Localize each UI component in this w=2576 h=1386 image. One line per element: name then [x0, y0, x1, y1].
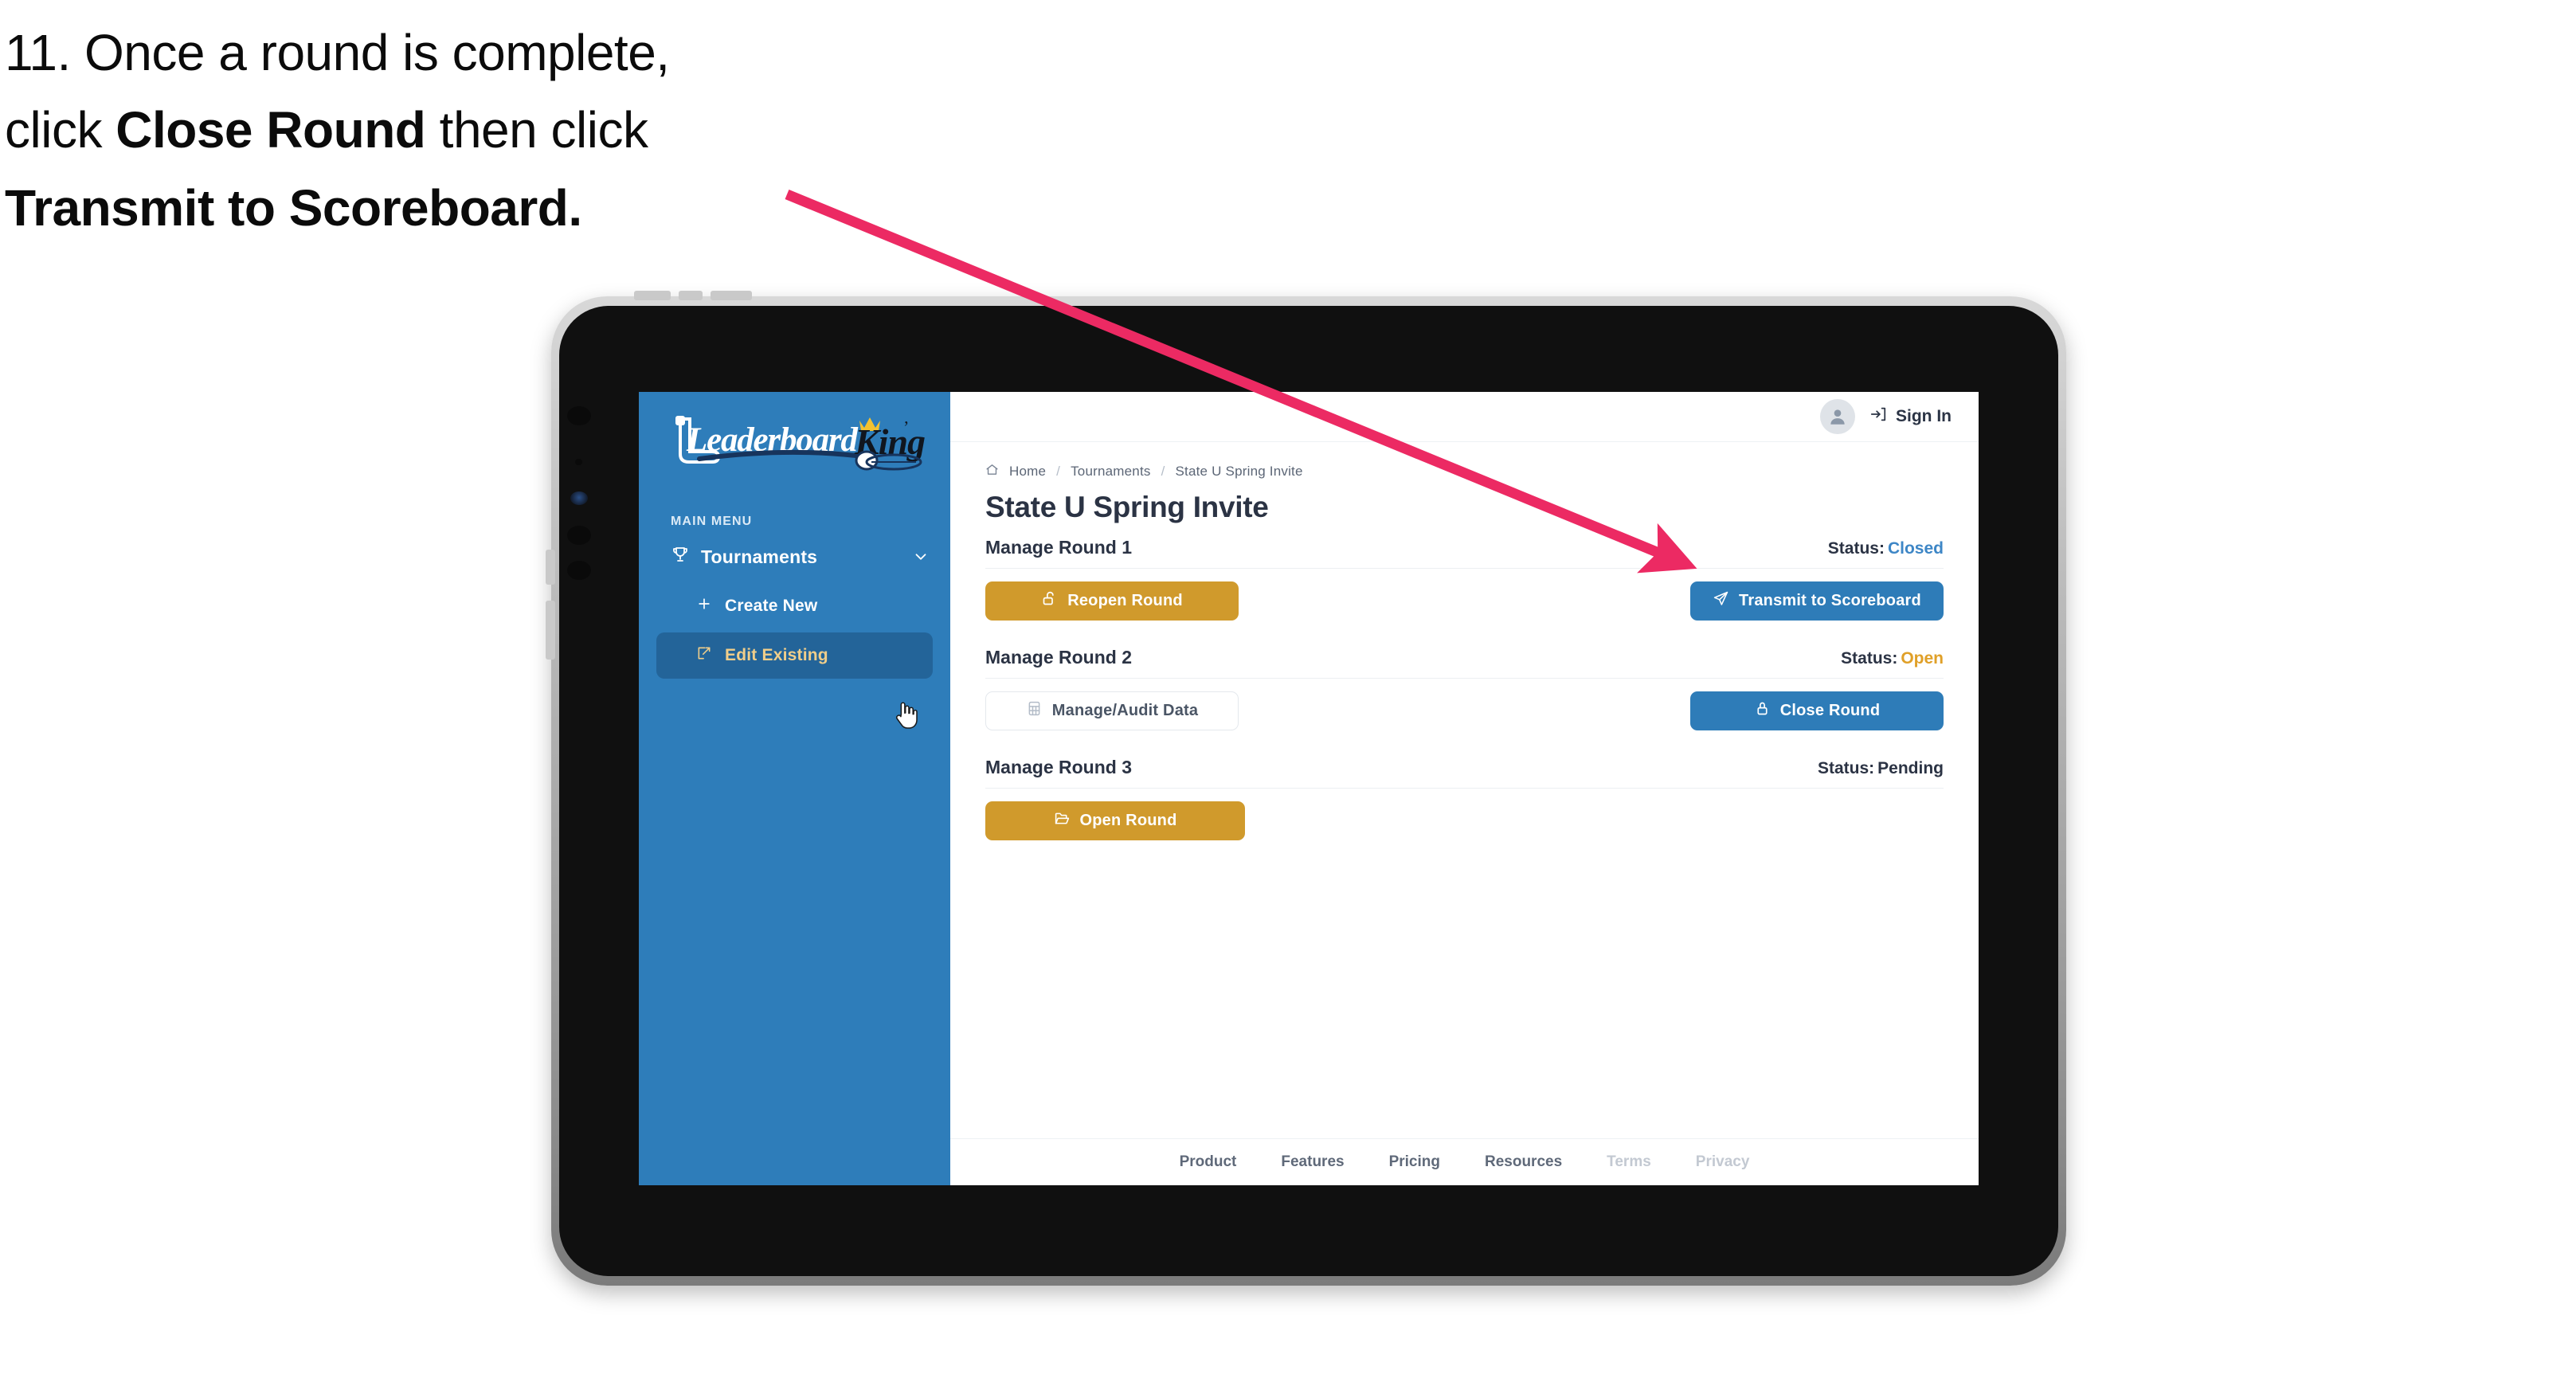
home-icon[interactable] [985, 463, 999, 480]
footer-link-resources[interactable]: Resources [1485, 1153, 1562, 1171]
bezel-sensor-1 [567, 406, 591, 425]
round-header-3: Manage Round 3 Status: Pending [985, 757, 1944, 789]
round-status-3: Status: Pending [1818, 759, 1944, 778]
manage-audit-data-button[interactable]: Manage/Audit Data [985, 691, 1239, 730]
transmit-to-scoreboard-label: Transmit to Scoreboard [1739, 592, 1921, 609]
round-header-1: Manage Round 1 Status: Closed [985, 537, 1944, 569]
breadcrumb-separator: / [1056, 464, 1061, 479]
tablet-left-button-2 [546, 601, 555, 660]
page-content: Home / Tournaments / State U Spring Invi… [950, 442, 1979, 1138]
lock-icon [1754, 700, 1771, 722]
bezel-sensor-3 [567, 526, 591, 545]
pointing-hand-cursor [892, 699, 919, 731]
sidebar-item-label-tournaments: Tournaments [701, 546, 818, 567]
table-grid-icon [1026, 700, 1043, 722]
status-label-1: Status: [1827, 539, 1885, 558]
breadcrumb-item-tournaments[interactable]: Tournaments [1071, 464, 1150, 480]
trophy-icon [671, 545, 690, 569]
caption-line-2-prefix: click [5, 101, 116, 159]
sidebar-item-create-new[interactable]: Create New [639, 585, 950, 628]
unlock-icon [1041, 590, 1058, 612]
status-label-3: Status: [1817, 759, 1875, 777]
main-content: Sign In Home / Tournaments / State U Spr… [950, 392, 1979, 1185]
tablet-top-button-2 [679, 291, 703, 300]
round-actions-2: Manage/Audit Data Close Round [985, 679, 1944, 730]
footer-link-product[interactable]: Product [1180, 1153, 1237, 1171]
caption-line-1-text: 11. Once a round is complete, [5, 24, 670, 81]
tablet-left-button-1 [546, 550, 555, 585]
bezel-sensor-4 [567, 561, 591, 580]
round-actions-1: Reopen Round Transmit to Scoreboard [985, 569, 1944, 621]
tablet-screen: Leaderboard King ʼ MAIN MENU Tournaments… [639, 392, 1979, 1185]
top-bar: Sign In [950, 392, 1979, 442]
caption-line-3: Transmit to Scoreboard. [5, 170, 849, 247]
caption-close-round-emphasis: Close Round [115, 101, 426, 159]
caption-line-1: 11. Once a round is complete, [5, 14, 849, 92]
footer-link-terms[interactable]: Terms [1607, 1153, 1651, 1171]
round-block-2: Manage Round 2 Status: Open Manage/Audit… [985, 647, 1944, 730]
round-header-2: Manage Round 2 Status: Open [985, 647, 1944, 679]
status-label-2: Status: [1841, 649, 1898, 668]
chevron-down-icon[interactable] [912, 548, 930, 566]
breadcrumb: Home / Tournaments / State U Spring Invi… [985, 463, 1944, 480]
breadcrumb-item-home[interactable]: Home [1009, 464, 1046, 480]
round-block-1: Manage Round 1 Status: Closed Reopen Rou… [985, 537, 1944, 621]
round-title-1: Manage Round 1 [985, 537, 1133, 558]
plus-icon [696, 596, 712, 617]
round-actions-3: Open Round [985, 789, 1944, 840]
round-block-3: Manage Round 3 Status: Pending Open Roun… [985, 757, 1944, 840]
footer: Product Features Pricing Resources Terms… [950, 1138, 1979, 1185]
bezel-sensor-2 [575, 459, 582, 465]
round-title-3: Manage Round 3 [985, 757, 1133, 777]
sign-in-icon [1869, 405, 1887, 428]
tablet-top-button-1 [634, 291, 671, 300]
manage-audit-data-label: Manage/Audit Data [1051, 702, 1199, 719]
reopen-round-button[interactable]: Reopen Round [985, 581, 1239, 621]
transmit-to-scoreboard-button[interactable]: Transmit to Scoreboard [1690, 581, 1944, 621]
breadcrumb-item-current: State U Spring Invite [1175, 464, 1303, 479]
breadcrumb-separator: / [1161, 464, 1165, 479]
open-round-button[interactable]: Open Round [985, 801, 1245, 840]
status-value-3: Pending [1877, 759, 1944, 777]
bezel-camera-icon [570, 491, 588, 505]
leaderboard-king-logo-icon: Leaderboard King ʼ [675, 416, 926, 471]
caption-line-2: click Close Round then click [5, 92, 849, 169]
tablet-device: Leaderboard King ʼ MAIN MENU Tournaments… [546, 291, 2066, 1286]
instruction-caption: 11. Once a round is complete, click Clos… [5, 14, 849, 247]
footer-link-privacy[interactable]: Privacy [1696, 1153, 1750, 1171]
sidebar-item-edit-existing[interactable]: Edit Existing [656, 632, 933, 679]
round-status-2: Status: Open [1841, 649, 1944, 668]
caption-line-2-suffix: then click [425, 101, 648, 159]
app-logo[interactable]: Leaderboard King ʼ [639, 392, 950, 486]
paper-plane-icon [1713, 590, 1729, 612]
sidebar-section-label: MAIN MENU [671, 515, 753, 528]
sidebar-item-label-edit-existing: Edit Existing [725, 646, 828, 664]
tablet-top-button-3 [711, 291, 752, 300]
folder-open-icon [1054, 810, 1071, 832]
close-round-button[interactable]: Close Round [1690, 691, 1944, 730]
sidebar-item-label-create-new: Create New [725, 597, 818, 615]
open-round-label: Open Round [1079, 812, 1177, 829]
status-value-1: Closed [1887, 539, 1944, 558]
reopen-round-label: Reopen Round [1067, 592, 1183, 609]
status-value-2: Open [1901, 649, 1944, 668]
svg-text:ʼ: ʼ [903, 417, 909, 437]
footer-link-pricing[interactable]: Pricing [1389, 1153, 1440, 1171]
round-status-1: Status: Closed [1828, 539, 1944, 558]
caption-transmit-emphasis: Transmit to Scoreboard. [5, 178, 582, 237]
close-round-label: Close Round [1779, 702, 1881, 719]
edit-square-icon [696, 645, 712, 666]
sign-in-label: Sign In [1896, 407, 1952, 425]
sidebar: Leaderboard King ʼ MAIN MENU Tournaments… [639, 392, 950, 1185]
page-title: State U Spring Invite [985, 491, 1269, 523]
sidebar-item-tournaments[interactable]: Tournaments [639, 529, 950, 585]
sign-in-button[interactable]: Sign In [1869, 405, 1952, 428]
user-avatar-icon[interactable] [1820, 399, 1855, 434]
footer-link-features[interactable]: Features [1281, 1153, 1344, 1171]
round-title-2: Manage Round 2 [985, 647, 1133, 668]
